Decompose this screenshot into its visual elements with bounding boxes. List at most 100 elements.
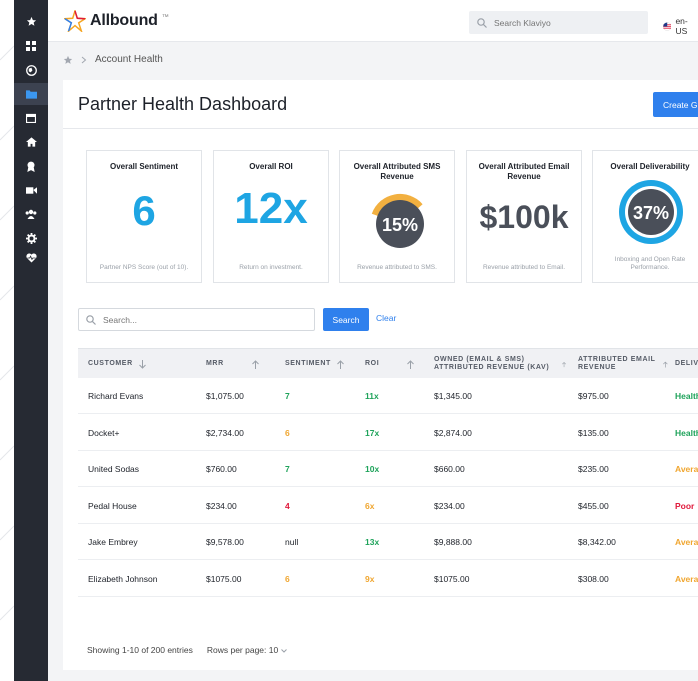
column-header-deliverability[interactable]: DELIVE [675,349,698,379]
cell-mrr: $2,734.00 [206,427,244,438]
cell-customer[interactable]: Elizabeth Johnson [88,561,157,597]
cell-mrr: $760.00 [206,464,237,474]
cell-customer[interactable]: Jake Embrey [88,524,138,560]
cell-customer[interactable]: United Sodas [88,451,139,487]
sidebar-item-awards[interactable] [14,155,48,177]
global-search-input[interactable] [494,17,634,28]
divider [63,128,698,129]
column-header-mrr[interactable]: MRR [206,349,259,379]
cell-email: $455.00 [578,500,609,511]
cell-email: $8,342.00 [578,537,616,547]
award-icon [27,161,35,172]
table-header: CUSTOMER MRR SENTIMENT ROI OWNED (EMAIL … [78,348,698,378]
locale-label: en-US [675,16,688,36]
card-subtitle: Return on investment. [239,263,303,271]
gear-icon [25,232,37,244]
sidebar-item-calendar[interactable] [14,107,48,129]
cell-deliverability: Health [675,427,698,438]
sidebar-item-users[interactable] [14,203,48,225]
card-title: Overall Sentiment [109,162,179,171]
column-header-customer[interactable]: CUSTOMER [88,349,146,379]
table-row[interactable]: Richard Evans $1,075.00 7 11x $1,345.00 $975.… [78,378,698,414]
rows-per-page-select[interactable]: Rows per page: 10 [207,645,287,655]
chevron-down-icon [280,649,287,653]
card-title: Overall Deliverability [610,162,690,171]
card-subtitle: Revenue attributed to Email. [482,263,566,271]
locale-selector[interactable]: en-US [663,16,698,36]
card-subtitle: Revenue attributed to SMS. [357,263,437,271]
search-icon [86,314,96,325]
table-row[interactable]: Pedal House $234.00 4 6x $234.00 $455.00 Poor [78,488,698,524]
table-row[interactable]: Docket+ $2,734.00 6 17x $2,874.00 $135.00 Heal… [78,415,698,451]
cell-email: $308.00 [578,573,609,584]
arrow-up-icon [407,359,415,369]
cell-customer[interactable]: Docket+ [88,415,119,451]
card-value: $100k [479,199,569,235]
search-button[interactable]: Search [323,308,369,331]
search-icon [477,17,487,28]
entries-count: Showing 1-10 of 200 entries [87,645,193,655]
table-search[interactable] [78,308,315,331]
column-header-roi[interactable]: ROI [365,349,415,379]
cell-roi: 11x [365,391,379,401]
globe-icon [25,64,37,76]
sidebar-item-settings[interactable] [14,227,48,249]
allbound-logo[interactable]: Allbound ™ [64,10,169,32]
cell-sentiment: 7 [285,464,290,474]
cell-roi: 6x [365,500,375,511]
star-icon [26,16,36,26]
cell-owned: $234.00 [434,500,465,511]
cell-deliverability: Poor [675,500,695,511]
arrow-down-icon [138,359,146,369]
star-icon[interactable] [63,55,73,65]
sidebar-item-favorites[interactable] [14,10,48,32]
table-row[interactable]: United Sodas $760.00 7 10x $660.00 $235.00 Ave… [78,451,698,487]
app-name: Allbound [90,12,158,29]
table-footer: Showing 1-10 of 200 entries Rows per pag… [87,645,287,655]
sidebar-item-dashboard[interactable] [14,35,48,57]
create-button[interactable]: Create G [653,92,698,117]
main-content: Account Health Partner Health Dashboard … [48,42,698,681]
calendar-icon [26,113,36,123]
sidebar-item-video[interactable] [14,179,48,201]
card-overall-sentiment: Overall Sentiment 6 Partner NPS Score (o… [86,150,202,283]
table-search-input[interactable] [103,314,303,325]
cell-sentiment: 6 [285,573,290,584]
cell-roi: 13x [365,537,380,547]
logo-star-icon [64,10,86,32]
breadcrumb-current[interactable]: Account Health [95,54,163,65]
column-header-owned-revenue[interactable]: OWNED (EMAIL & SMS) ATTRIBUTED REVENUE (… [434,349,566,379]
cell-owned: $9,888.00 [434,537,472,547]
cell-email: $135.00 [578,427,609,438]
card-title: Overall Attributed Email Revenue [478,162,570,181]
arrow-up-icon [561,361,566,367]
card-value: 6 [132,187,156,234]
global-search[interactable] [469,11,648,34]
cell-customer[interactable]: Pedal House [88,488,137,524]
card-subtitle: Inboxing and Open Rate Performance. [614,255,686,271]
table-row[interactable]: Elizabeth Johnson $1075.00 6 9x $1075.00 $308… [78,561,698,597]
sidebar-item-folder[interactable] [14,83,48,105]
trademark: ™ [161,13,169,21]
sidebar-item-globe[interactable] [14,59,48,81]
folder-icon [25,90,37,99]
cell-roi: 9x [365,573,375,584]
card-title: Overall ROI [249,162,293,171]
deliverability-donut: 37% [619,180,683,244]
donut-value: 37% [633,203,669,223]
sidebar [14,0,48,681]
clear-button[interactable]: Clear [376,313,396,323]
cell-deliverability: Averag [675,573,698,584]
column-header-sentiment[interactable]: SENTIMENT [285,349,344,379]
top-bar: Allbound ™ en-US [48,0,698,42]
column-header-email-revenue[interactable]: ATTRIBUTED EMAIL REVENUE [578,349,668,379]
sms-revenue-donut: 15% [371,193,424,248]
cell-mrr: $234.00 [206,500,237,511]
sidebar-item-home[interactable] [14,131,48,153]
sidebar-item-health[interactable] [14,247,48,269]
table-row[interactable]: Jake Embrey $9,578.00 null 13x $9,888.00 $8,3… [78,524,698,560]
cell-customer[interactable]: Richard Evans [88,378,143,414]
cell-roi: 10x [365,464,380,474]
card-sms-revenue: Overall Attributed SMS Revenue 15% Reven… [339,150,455,283]
cell-owned: $1075.00 [434,573,470,584]
